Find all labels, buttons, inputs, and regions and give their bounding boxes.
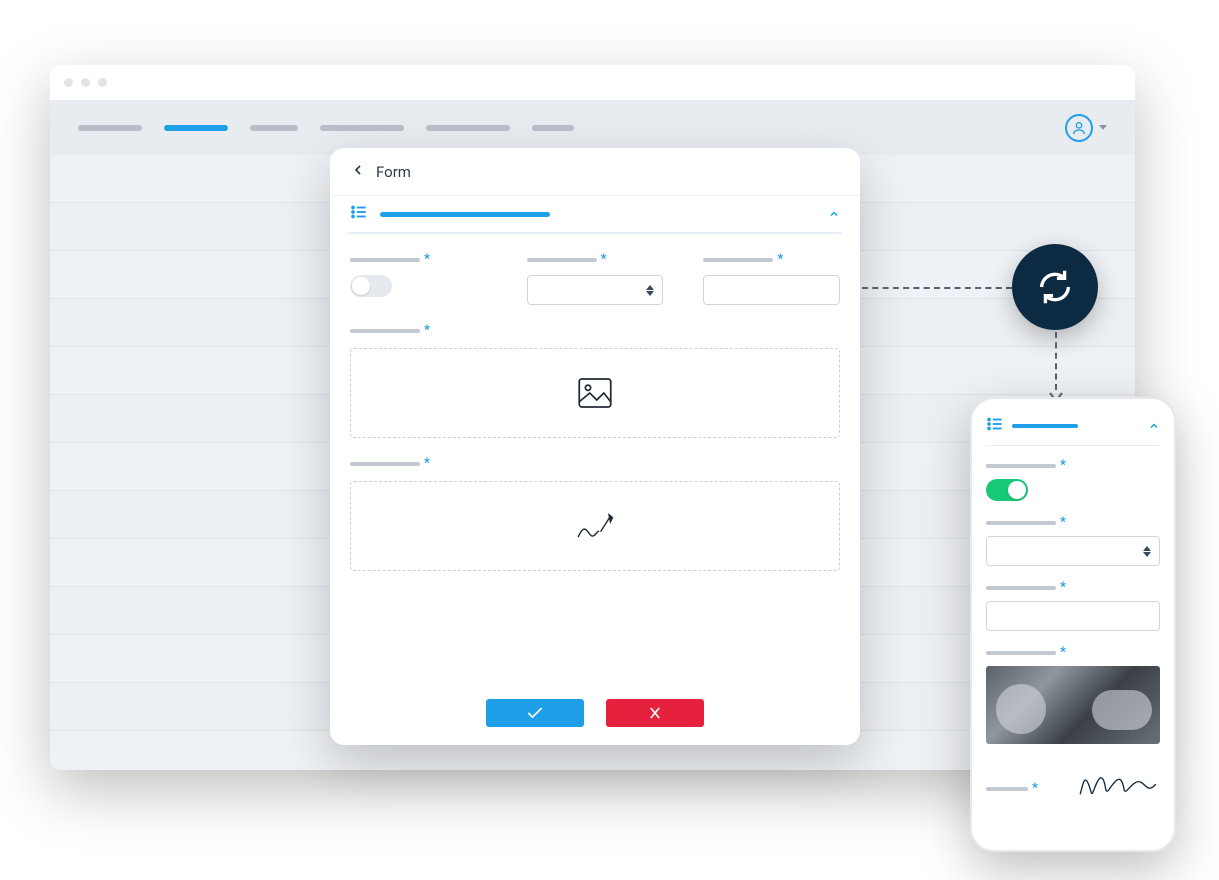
sync-icon <box>1032 264 1078 310</box>
section-title-placeholder <box>380 212 550 217</box>
field-label <box>986 464 1056 468</box>
section-header[interactable] <box>330 196 860 232</box>
select-field: * <box>527 252 664 305</box>
check-icon <box>525 705 545 721</box>
user-menu[interactable] <box>1065 114 1107 142</box>
field-label <box>986 521 1056 525</box>
toggle-switch[interactable] <box>350 275 392 297</box>
required-indicator: * <box>1060 458 1066 473</box>
connector-line <box>1055 332 1057 390</box>
field-label <box>703 258 773 262</box>
mobile-toggle-field: * <box>986 458 1160 501</box>
close-icon <box>645 705 665 721</box>
top-nav <box>50 100 1135 155</box>
window-titlebar <box>50 65 1135 100</box>
confirm-button[interactable] <box>486 699 584 727</box>
field-label <box>986 586 1056 590</box>
list-icon <box>350 203 368 225</box>
chevron-down-icon <box>1099 125 1107 130</box>
traffic-light-dot <box>81 78 90 87</box>
required-indicator: * <box>424 456 430 471</box>
field-label <box>350 258 420 262</box>
image-field: * <box>350 323 840 438</box>
avatar-icon <box>1065 114 1093 142</box>
form-body: * * * * <box>330 244 860 589</box>
select-input[interactable] <box>986 536 1160 566</box>
required-indicator: * <box>1032 781 1038 796</box>
dialog-header: Form <box>330 148 860 196</box>
mobile-preview: * * * * * <box>970 397 1176 852</box>
traffic-light-dot <box>64 78 73 87</box>
mobile-text-field: * <box>986 580 1160 631</box>
stepper-icon <box>646 285 654 296</box>
toggle-field: * <box>350 252 487 305</box>
text-input[interactable] <box>703 275 840 305</box>
required-indicator: * <box>1060 515 1066 530</box>
select-input[interactable] <box>527 275 664 305</box>
text-input[interactable] <box>986 601 1160 631</box>
chevron-up-icon <box>1148 417 1160 436</box>
image-upload[interactable] <box>350 348 840 438</box>
nav-item[interactable] <box>250 125 298 131</box>
required-indicator: * <box>424 323 430 338</box>
sync-badge <box>1012 244 1098 330</box>
uploaded-image[interactable] <box>986 666 1160 744</box>
connector-line <box>862 287 1012 289</box>
mobile-section-header[interactable] <box>986 415 1160 437</box>
mobile-image-field: * <box>986 645 1160 744</box>
nav-item[interactable] <box>426 125 510 131</box>
signature-drawing <box>1076 758 1160 802</box>
toggle-switch[interactable] <box>986 479 1028 501</box>
image-icon <box>574 372 616 414</box>
required-indicator: * <box>1060 580 1066 595</box>
field-label <box>986 787 1028 791</box>
required-indicator: * <box>1060 645 1066 660</box>
dialog-title: Form <box>376 163 411 181</box>
required-indicator: * <box>601 252 607 267</box>
cancel-button[interactable] <box>606 699 704 727</box>
nav-item-active[interactable] <box>164 125 228 131</box>
nav-item[interactable] <box>532 125 574 131</box>
section-title-placeholder <box>1012 424 1078 428</box>
traffic-light-dot <box>98 78 107 87</box>
back-button[interactable] <box>350 162 366 182</box>
divider <box>986 445 1160 446</box>
required-indicator: * <box>777 252 783 267</box>
field-label <box>527 258 597 262</box>
field-label <box>350 462 420 466</box>
nav-item[interactable] <box>320 125 404 131</box>
text-field: * <box>703 252 840 305</box>
mobile-select-field: * <box>986 515 1160 566</box>
list-icon <box>986 415 1004 437</box>
field-label <box>986 651 1056 655</box>
signature-preview[interactable] <box>1046 758 1160 802</box>
signature-field: * <box>350 456 840 571</box>
required-indicator: * <box>424 252 430 267</box>
form-dialog: Form * * * <box>330 148 860 745</box>
dialog-footer <box>330 681 860 745</box>
chevron-up-icon <box>828 205 840 224</box>
field-label <box>350 329 420 333</box>
nav-item[interactable] <box>78 125 142 131</box>
divider <box>348 232 842 234</box>
signature-input[interactable] <box>350 481 840 571</box>
stepper-icon <box>1143 546 1151 557</box>
signature-icon <box>574 505 616 547</box>
mobile-signature-field: * <box>986 758 1160 802</box>
